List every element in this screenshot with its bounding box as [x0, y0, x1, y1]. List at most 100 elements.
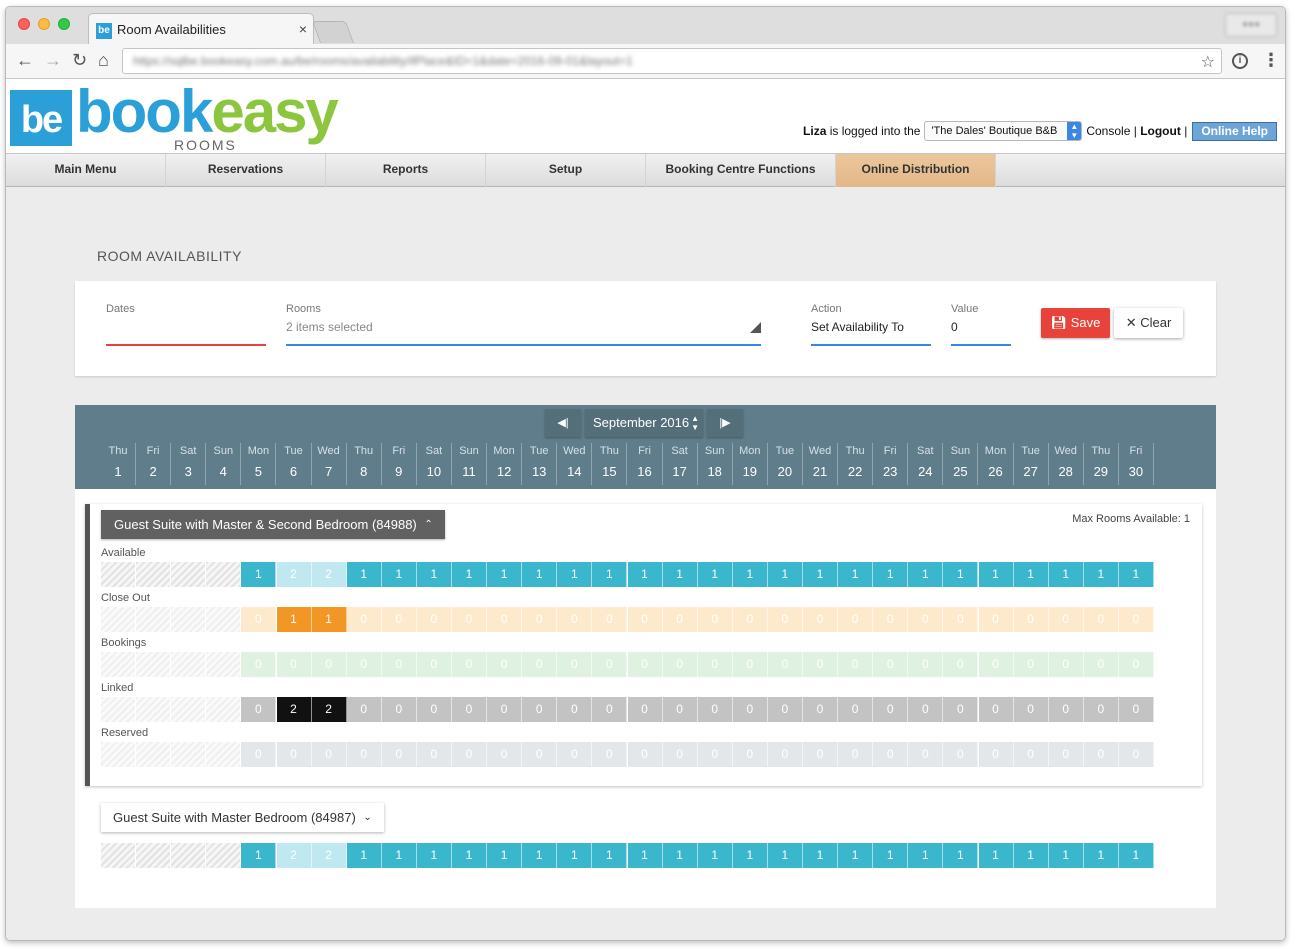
- day-cell-available[interactable]: 1: [662, 843, 698, 868]
- nav-reports[interactable]: Reports: [326, 154, 486, 187]
- address-bar[interactable]: https://sqlbe.bookeasy.com.au/be/rooms/a…: [122, 48, 1222, 74]
- day-name: Mon: [739, 445, 761, 457]
- dates-field[interactable]: [106, 344, 266, 346]
- dates-label: Dates: [106, 303, 135, 315]
- day-column: Wed 21: [803, 443, 838, 485]
- day-cell-available[interactable]: 1: [1013, 843, 1049, 868]
- day-cell-available: [136, 843, 172, 868]
- forward-arrow-icon[interactable]: →: [44, 51, 62, 69]
- clear-button[interactable]: ✕ Clear: [1114, 308, 1183, 338]
- day-cell-available[interactable]: 1: [873, 843, 909, 868]
- day-name: Sat: [917, 445, 934, 457]
- day-number: 16: [637, 464, 652, 479]
- browser-tab[interactable]: be Room Availabilities ×: [88, 13, 314, 44]
- day-column: Fri 16: [628, 443, 663, 485]
- day-column: Tue 27: [1014, 443, 1049, 485]
- bookmark-star-icon[interactable]: ☆: [1201, 52, 1215, 72]
- value-field[interactable]: 0: [951, 320, 958, 334]
- reload-icon[interactable]: ↻: [72, 51, 87, 69]
- profile-button[interactable]: ●●●: [1225, 13, 1277, 37]
- dropdown-triangle-icon[interactable]: [750, 322, 761, 333]
- day-cell-available[interactable]: 1: [1118, 843, 1154, 868]
- nav-booking-centre[interactable]: Booking Centre Functions: [646, 154, 836, 187]
- day-name: Sat: [671, 445, 688, 457]
- day-cell-available[interactable]: 1: [908, 843, 944, 868]
- nav-online-distribution[interactable]: Online Distribution: [836, 154, 996, 187]
- extension-icon[interactable]: i: [1232, 53, 1248, 69]
- day-cell-available[interactable]: 2: [276, 843, 312, 868]
- day-cell-available[interactable]: 1: [767, 843, 803, 868]
- day-name: Tue: [529, 445, 549, 457]
- day-name: Sat: [425, 445, 443, 457]
- day-column: Thu 8: [347, 443, 382, 485]
- day-cell-available[interactable]: 1: [381, 843, 417, 868]
- day-cell-available[interactable]: 1: [978, 843, 1014, 868]
- rooms-field[interactable]: 2 items selected: [286, 320, 373, 334]
- month-select[interactable]: September 2016 ▲ ▼: [585, 409, 703, 437]
- day-name: Thu: [108, 445, 128, 457]
- day-cell-available[interactable]: 1: [1083, 843, 1119, 868]
- room-toggle-button[interactable]: Guest Suite with Master Bedroom (84987) ⌄: [101, 803, 384, 832]
- room-name: Guest Suite with Master Bedroom (84987): [113, 810, 356, 825]
- logged-in-text: is logged into the: [829, 124, 921, 138]
- tab-close-icon[interactable]: ×: [299, 21, 307, 37]
- window-maximize-button[interactable]: [58, 18, 70, 30]
- day-cell-available[interactable]: 1: [522, 843, 558, 868]
- content-area: ROOM AVAILABILITY Dates Rooms 2 items se…: [6, 187, 1285, 940]
- day-name: Wed: [808, 445, 832, 457]
- room-collapsed: Guest Suite with Master Bedroom (84987) ⌄…: [75, 489, 1216, 908]
- day-number: 22: [847, 464, 863, 479]
- separator: |: [1133, 124, 1137, 138]
- day-column: Sat 24: [908, 443, 944, 485]
- day-cell-available[interactable]: 1: [452, 843, 487, 868]
- day-cell-available[interactable]: 1: [838, 843, 874, 868]
- day-cell-available[interactable]: 1: [241, 843, 277, 868]
- day-name: Sun: [704, 445, 725, 457]
- day-cell-available[interactable]: 1: [627, 843, 663, 868]
- day-cell-available[interactable]: 1: [943, 843, 979, 868]
- day-cell-available[interactable]: 1: [346, 843, 382, 868]
- online-help-button[interactable]: Online Help: [1192, 121, 1277, 141]
- home-icon[interactable]: ⌂: [98, 51, 109, 69]
- calendar-header: ◀| September 2016 ▲ ▼ |▶ Thu 1 Fri 2 Sat 3 Sun 4 M…: [75, 405, 1216, 489]
- day-number: 25: [953, 464, 968, 479]
- nav-setup[interactable]: Setup: [486, 154, 646, 187]
- day-number: 21: [812, 464, 828, 479]
- day-number: 5: [254, 464, 262, 479]
- day-name: Thu: [1091, 445, 1111, 457]
- action-field[interactable]: Set Availability To: [811, 320, 904, 334]
- new-tab-button[interactable]: [311, 21, 355, 43]
- back-arrow-icon[interactable]: ←: [16, 51, 34, 69]
- clear-label: Clear: [1140, 315, 1172, 330]
- window-minimize-button[interactable]: [38, 18, 50, 30]
- save-button[interactable]: 💾︎ Save: [1041, 308, 1110, 338]
- day-cell-available[interactable]: 1: [487, 843, 523, 868]
- day-cell-available[interactable]: 2: [311, 843, 347, 868]
- first-page-icon[interactable]: ◀|: [545, 409, 581, 437]
- filter-card: Dates Rooms 2 items selected Action Set …: [75, 281, 1216, 376]
- window-close-button[interactable]: [18, 18, 30, 30]
- day-cell-available[interactable]: 1: [557, 843, 593, 868]
- day-column: Sun 4: [206, 443, 242, 485]
- day-cell-available[interactable]: 1: [592, 843, 628, 868]
- property-select[interactable]: 'The Dales' Boutique B&B ▲ ▼: [924, 121, 1083, 141]
- day-cell-available[interactable]: 1: [1048, 843, 1084, 868]
- day-cell-available[interactable]: 1: [732, 843, 768, 868]
- chevron-down-icon: ⌄: [363, 812, 372, 823]
- last-page-icon[interactable]: |▶: [707, 409, 743, 437]
- day-column: Sat 17: [663, 443, 698, 485]
- nav-reservations[interactable]: Reservations: [166, 154, 326, 187]
- action-label: Action: [811, 303, 842, 315]
- day-cell-available[interactable]: 1: [803, 843, 838, 868]
- browser-menu-icon[interactable]: ⋮: [1262, 50, 1280, 71]
- console-link[interactable]: Console: [1086, 124, 1130, 138]
- day-column: Wed 7: [312, 443, 347, 485]
- day-cell-available[interactable]: 1: [697, 843, 733, 868]
- logout-link[interactable]: Logout: [1140, 124, 1181, 138]
- main-nav: Main Menu Reservations Reports Setup Boo…: [6, 153, 1285, 187]
- nav-main-menu[interactable]: Main Menu: [6, 154, 166, 187]
- day-column: Fri 23: [873, 443, 909, 485]
- day-cell-available[interactable]: 1: [416, 843, 452, 868]
- day-name: Fri: [1129, 445, 1143, 457]
- logo-wordmark: bookeasy: [76, 81, 339, 143]
